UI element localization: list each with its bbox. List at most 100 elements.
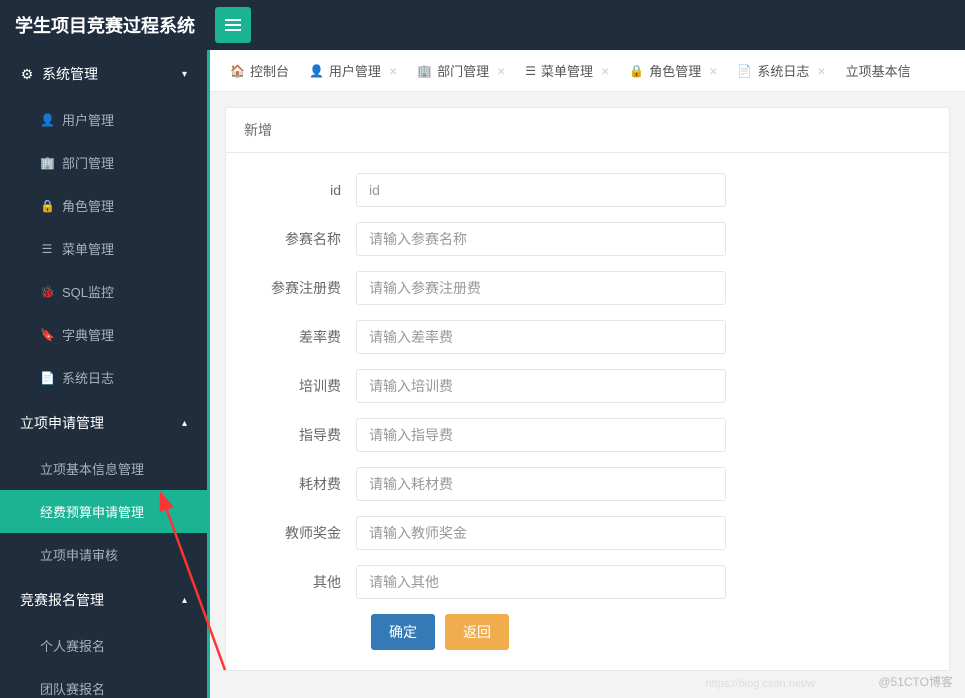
sidebar-item-label: 立项申请审核 <box>40 545 118 564</box>
form-label: 教师奖金 <box>246 523 356 543</box>
list-icon: ☰ <box>40 242 54 256</box>
sidebar-toggle-button[interactable] <box>215 7 251 43</box>
main-area: 🏠控制台 👤用户管理× 🏢部门管理× ☰菜单管理× 🔒角色管理× 📄系统日志× … <box>210 50 965 698</box>
travelfee-input[interactable] <box>356 320 726 354</box>
building-icon: 🏢 <box>40 156 54 170</box>
sidebar-item-sql[interactable]: 🐞SQL监控 <box>0 270 207 313</box>
form-label: 培训费 <box>246 376 356 396</box>
tab-label: 部门管理 <box>437 61 489 80</box>
tab-role[interactable]: 🔒角色管理× <box>619 50 727 92</box>
sidebar-item-label: SQL监控 <box>62 282 114 301</box>
gear-icon: ⚙ <box>20 66 34 83</box>
form-label: 其他 <box>246 572 356 592</box>
form-row-trainfee: 培训费 <box>246 369 929 403</box>
menu-group-system: ⚙系统管理 ▾ 👤用户管理 🏢部门管理 🔒角色管理 ☰菜单管理 🐞SQL监控 🔖… <box>0 50 207 399</box>
teacherbonus-input[interactable] <box>356 516 726 550</box>
sidebar-item-label: 部门管理 <box>62 153 114 172</box>
menu-header-apply[interactable]: 立项申请管理 ▴ <box>0 399 207 447</box>
tab-dept[interactable]: 🏢 部门管理 × <box>407 50 515 92</box>
sidebar-item-label: 菜单管理 <box>62 239 114 258</box>
menu-header-system[interactable]: ⚙系统管理 ▾ <box>0 50 207 98</box>
sidebar-item-label: 系统日志 <box>62 368 114 387</box>
form-row-id: id <box>246 173 929 207</box>
id-input[interactable] <box>356 173 726 207</box>
sidebar-item-dict[interactable]: 🔖 字典管理 <box>0 313 207 356</box>
file-icon: 📄 <box>737 64 752 78</box>
sidebar-item-dept[interactable]: 🏢 部门管理 <box>0 141 207 184</box>
bookmark-icon: 🔖 <box>40 328 54 342</box>
form-row-name: 参赛名称 <box>246 222 929 256</box>
close-icon[interactable]: × <box>709 63 717 79</box>
sidebar-item-label: 立项基本信息管理 <box>40 459 144 478</box>
user-icon: 👤 <box>309 64 324 78</box>
form-label: 耗材费 <box>246 474 356 494</box>
user-icon: 👤 <box>40 113 54 127</box>
lock-icon: 🔒 <box>629 64 644 78</box>
tab-label: 立项基本信 <box>846 61 911 80</box>
sidebar-item-label: 经费预算申请管理 <box>40 502 144 521</box>
sidebar-item-review[interactable]: 立项申请审核 <box>0 533 207 576</box>
form-label: 参赛注册费 <box>246 278 356 298</box>
building-icon: 🏢 <box>417 64 432 78</box>
sidebar-item-baseinfo[interactable]: 立项基本信息管理 <box>0 447 207 490</box>
form-label: id <box>246 182 356 198</box>
close-icon[interactable]: × <box>497 63 505 79</box>
form-label: 指导费 <box>246 425 356 445</box>
menu-header-signup[interactable]: 竞赛报名管理 ▴ <box>0 576 207 624</box>
tab-log[interactable]: 📄系统日志× <box>727 50 835 92</box>
sidebar-item-label: 用户管理 <box>62 110 114 129</box>
tab-label: 控制台 <box>250 61 289 80</box>
trainfee-input[interactable] <box>356 369 726 403</box>
menu-group-apply: 立项申请管理 ▴ 立项基本信息管理 经费预算申请管理 立项申请审核 <box>0 399 207 576</box>
tab-label: 用户管理 <box>329 61 381 80</box>
form-row-teacherbonus: 教师奖金 <box>246 516 929 550</box>
materialfee-input[interactable] <box>356 467 726 501</box>
tab-menu[interactable]: ☰菜单管理× <box>515 50 619 92</box>
tab-baseinfo[interactable]: 立项基本信 <box>836 50 921 92</box>
regfee-input[interactable] <box>356 271 726 305</box>
app-title: 学生项目竞赛过程系统 <box>15 12 195 38</box>
panel-body: id 参赛名称 参赛注册费 差率费 <box>226 153 949 670</box>
sidebar-item-label: 字典管理 <box>62 325 114 344</box>
form-row-guidefee: 指导费 <box>246 418 929 452</box>
sidebar-item-role[interactable]: 🔒角色管理 <box>0 184 207 227</box>
guidefee-input[interactable] <box>356 418 726 452</box>
file-icon: 📄 <box>40 371 54 385</box>
sidebar-item-user[interactable]: 👤 用户管理 <box>0 98 207 141</box>
back-button[interactable]: 返回 <box>445 614 509 650</box>
panel-title: 新增 <box>226 108 949 153</box>
close-icon[interactable]: × <box>817 63 825 79</box>
sidebar-item-budget[interactable]: 经费预算申请管理 <box>0 490 207 533</box>
form-panel: 新增 id 参赛名称 参赛注册费 <box>225 107 950 671</box>
form-buttons: 确定 返回 <box>371 614 929 650</box>
sidebar-item-personal[interactable]: 个人赛报名 <box>0 624 207 667</box>
close-icon[interactable]: × <box>389 63 397 79</box>
sidebar-item-menu[interactable]: ☰ 菜单管理 <box>0 227 207 270</box>
form-label: 差率费 <box>246 327 356 347</box>
form-row-materialfee: 耗材费 <box>246 467 929 501</box>
list-icon: ☰ <box>525 64 536 78</box>
content-area: 新增 id 参赛名称 参赛注册费 <box>210 92 965 698</box>
name-input[interactable] <box>356 222 726 256</box>
tab-console[interactable]: 🏠控制台 <box>220 50 299 92</box>
sidebar-item-label: 团队赛报名 <box>40 679 105 698</box>
close-icon[interactable]: × <box>601 63 609 79</box>
menu-group-label: 竞赛报名管理 <box>20 590 104 610</box>
app-header: 学生项目竞赛过程系统 <box>0 0 965 50</box>
form-row-travelfee: 差率费 <box>246 320 929 354</box>
form-label: 参赛名称 <box>246 229 356 249</box>
chevron-up-icon: ▴ <box>182 595 187 606</box>
sidebar-item-team[interactable]: 团队赛报名 <box>0 667 207 698</box>
menu-group-label: 立项申请管理 <box>20 413 104 433</box>
submit-button[interactable]: 确定 <box>371 614 435 650</box>
other-input[interactable] <box>356 565 726 599</box>
tab-user[interactable]: 👤 用户管理 × <box>299 50 407 92</box>
menu-group-label: 系统管理 <box>42 64 98 84</box>
tab-bar: 🏠控制台 👤用户管理× 🏢部门管理× ☰菜单管理× 🔒角色管理× 📄系统日志× … <box>210 50 965 92</box>
sidebar: ⚙系统管理 ▾ 👤用户管理 🏢部门管理 🔒角色管理 ☰菜单管理 🐞SQL监控 🔖… <box>0 50 210 698</box>
sidebar-item-log[interactable]: 📄 系统日志 <box>0 356 207 399</box>
bars-icon <box>225 19 241 31</box>
menu-group-signup: 竞赛报名管理 ▴ 个人赛报名 团队赛报名 <box>0 576 207 698</box>
chevron-up-icon: ▴ <box>182 418 187 429</box>
form-row-regfee: 参赛注册费 <box>246 271 929 305</box>
